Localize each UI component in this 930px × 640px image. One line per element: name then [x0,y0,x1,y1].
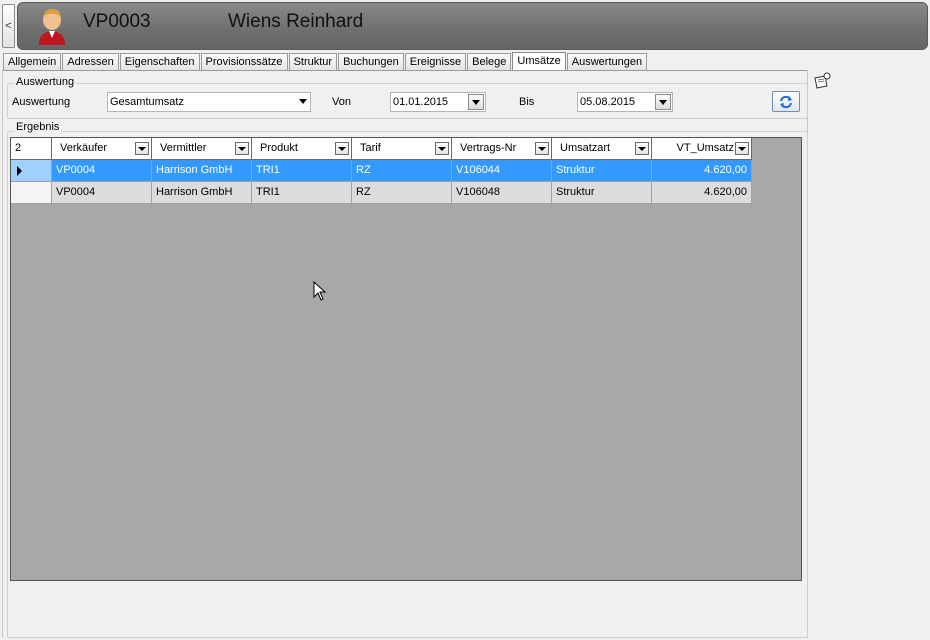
von-date-value: 01.01.2015 [393,96,449,108]
tab-provisionssätze[interactable]: Provisionssätze [200,53,288,70]
auswertung-label: Auswertung [12,96,71,108]
tab-struktur[interactable]: Struktur [288,53,338,70]
table-cell[interactable]: 4.620,00 [652,182,752,204]
row-indicator[interactable] [11,182,52,204]
column-header-label: Vermittler [160,142,207,154]
mouse-pointer-icon [313,281,327,301]
column-header[interactable]: Produkt [252,138,352,160]
column-header-label: Produkt [260,142,298,154]
filter-dropdown-icon[interactable] [535,142,549,155]
column-header[interactable]: Vertrags-Nr [452,138,552,160]
bis-date-value: 05.08.2015 [580,96,636,108]
auswertung-dropdown[interactable]: Gesamtumsatz [107,92,311,112]
refresh-button[interactable] [772,91,800,112]
bis-date-field[interactable]: 05.08.2015 [577,92,673,112]
partner-id: VP0003 [83,11,151,32]
tab-allgemein[interactable]: Allgemein [3,53,62,70]
results-grid[interactable]: 2 Verkäufer Vermittler Produkt Tarif Vertrag… [10,137,802,581]
tab-adressen[interactable]: Adressen [62,53,119,70]
column-header-label: Vertrags-Nr [460,142,517,154]
table-cell[interactable]: VP0004 [52,182,152,204]
von-calendar-dropdown-button[interactable] [468,94,484,110]
table-cell[interactable]: Harrison GmbH [152,160,252,182]
column-header[interactable]: Vermittler [152,138,252,160]
grid-header-row: 2 Verkäufer Vermittler Produkt Tarif Vertrag… [11,138,752,160]
partner-name: Wiens Reinhard [228,11,364,32]
column-header-label: Verkäufer [60,142,108,154]
column-header[interactable]: Umsatzart [552,138,652,160]
von-label: Von [332,96,351,108]
bis-calendar-dropdown-button[interactable] [655,94,671,110]
table-cell[interactable]: Struktur [552,160,652,182]
column-header-label: Umsatzart [560,142,611,154]
row-count-cell: 2 [11,138,52,160]
filter-dropdown-icon[interactable] [435,142,449,155]
column-header-label: VT_Umsatz [676,142,734,154]
notes-icon[interactable] [812,72,832,90]
chevron-down-icon [299,99,307,104]
table-cell[interactable]: TRI1 [252,160,352,182]
tab-buchungen[interactable]: Buchungen [338,53,404,70]
column-header[interactable]: Verkäufer [52,138,152,160]
row-indicator[interactable] [11,160,52,182]
auswertung-group-title: Auswertung [14,76,77,88]
table-cell[interactable]: VP0004 [52,160,152,182]
refresh-icon [780,95,792,108]
filter-dropdown-icon[interactable] [235,142,249,155]
tab-ereignisse[interactable]: Ereignisse [404,53,467,70]
person-avatar-icon [39,9,65,45]
table-row[interactable]: VP0004 Harrison GmbH TRI1 RZ V106048 Struktur… [11,182,752,204]
collapse-button[interactable]: < [2,4,15,48]
filter-dropdown-icon[interactable] [135,142,149,155]
table-cell[interactable]: V106048 [452,182,552,204]
table-cell[interactable]: TRI1 [252,182,352,204]
tab-belege[interactable]: Belege [467,53,512,70]
tab-bar: Allgemein Adressen Eigenschaften Provisions… [3,52,648,71]
filter-dropdown-icon[interactable] [335,142,349,155]
table-row[interactable]: VP0004 Harrison GmbH TRI1 RZ V106044 Struktur… [11,160,752,182]
tab-eigenschaften[interactable]: Eigenschaften [119,53,200,70]
bis-label: Bis [519,96,535,108]
table-cell[interactable]: RZ [352,160,452,182]
table-cell[interactable]: 4.620,00 [652,160,752,182]
filter-dropdown-icon[interactable] [735,142,749,155]
table-cell[interactable]: RZ [352,182,452,204]
current-row-arrow-icon [17,166,22,176]
table-cell[interactable]: Harrison GmbH [152,182,252,204]
header-bar: VP0003 Wiens Reinhard [17,2,928,50]
tab-auswertungen[interactable]: Auswertungen [566,53,648,70]
app-window: < VP0003 Wiens Reinhard Allgemein Adresse… [0,0,930,640]
ergebnis-group-title: Ergebnis [14,121,62,133]
column-header[interactable]: VT_Umsatz [652,138,752,160]
filter-dropdown-icon[interactable] [635,142,649,155]
von-date-field[interactable]: 01.01.2015 [390,92,486,112]
tab-umsätze[interactable]: Umsätze [512,52,566,71]
auswertung-selected-value: Gesamtumsatz [110,96,184,108]
column-header[interactable]: Tarif [352,138,452,160]
table-cell[interactable]: Struktur [552,182,652,204]
table-cell[interactable]: V106044 [452,160,552,182]
column-header-label: Tarif [360,142,381,154]
